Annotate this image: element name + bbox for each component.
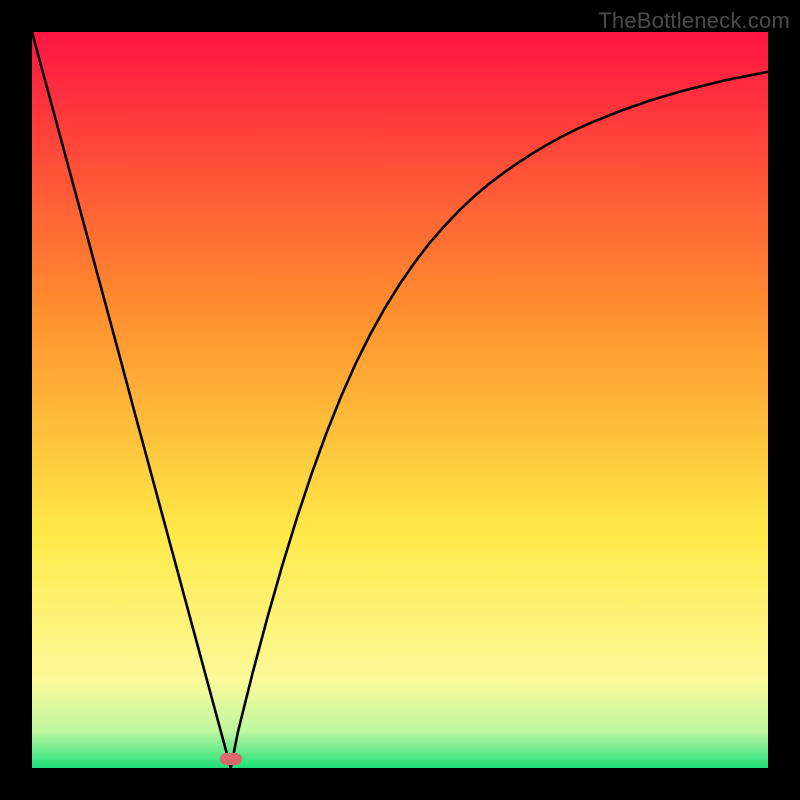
- minimum-marker: [220, 753, 242, 765]
- plot-area: [32, 32, 768, 768]
- bottleneck-curve: [32, 32, 768, 768]
- chart-frame: TheBottleneck.com: [0, 0, 800, 800]
- watermark-text: TheBottleneck.com: [598, 8, 790, 34]
